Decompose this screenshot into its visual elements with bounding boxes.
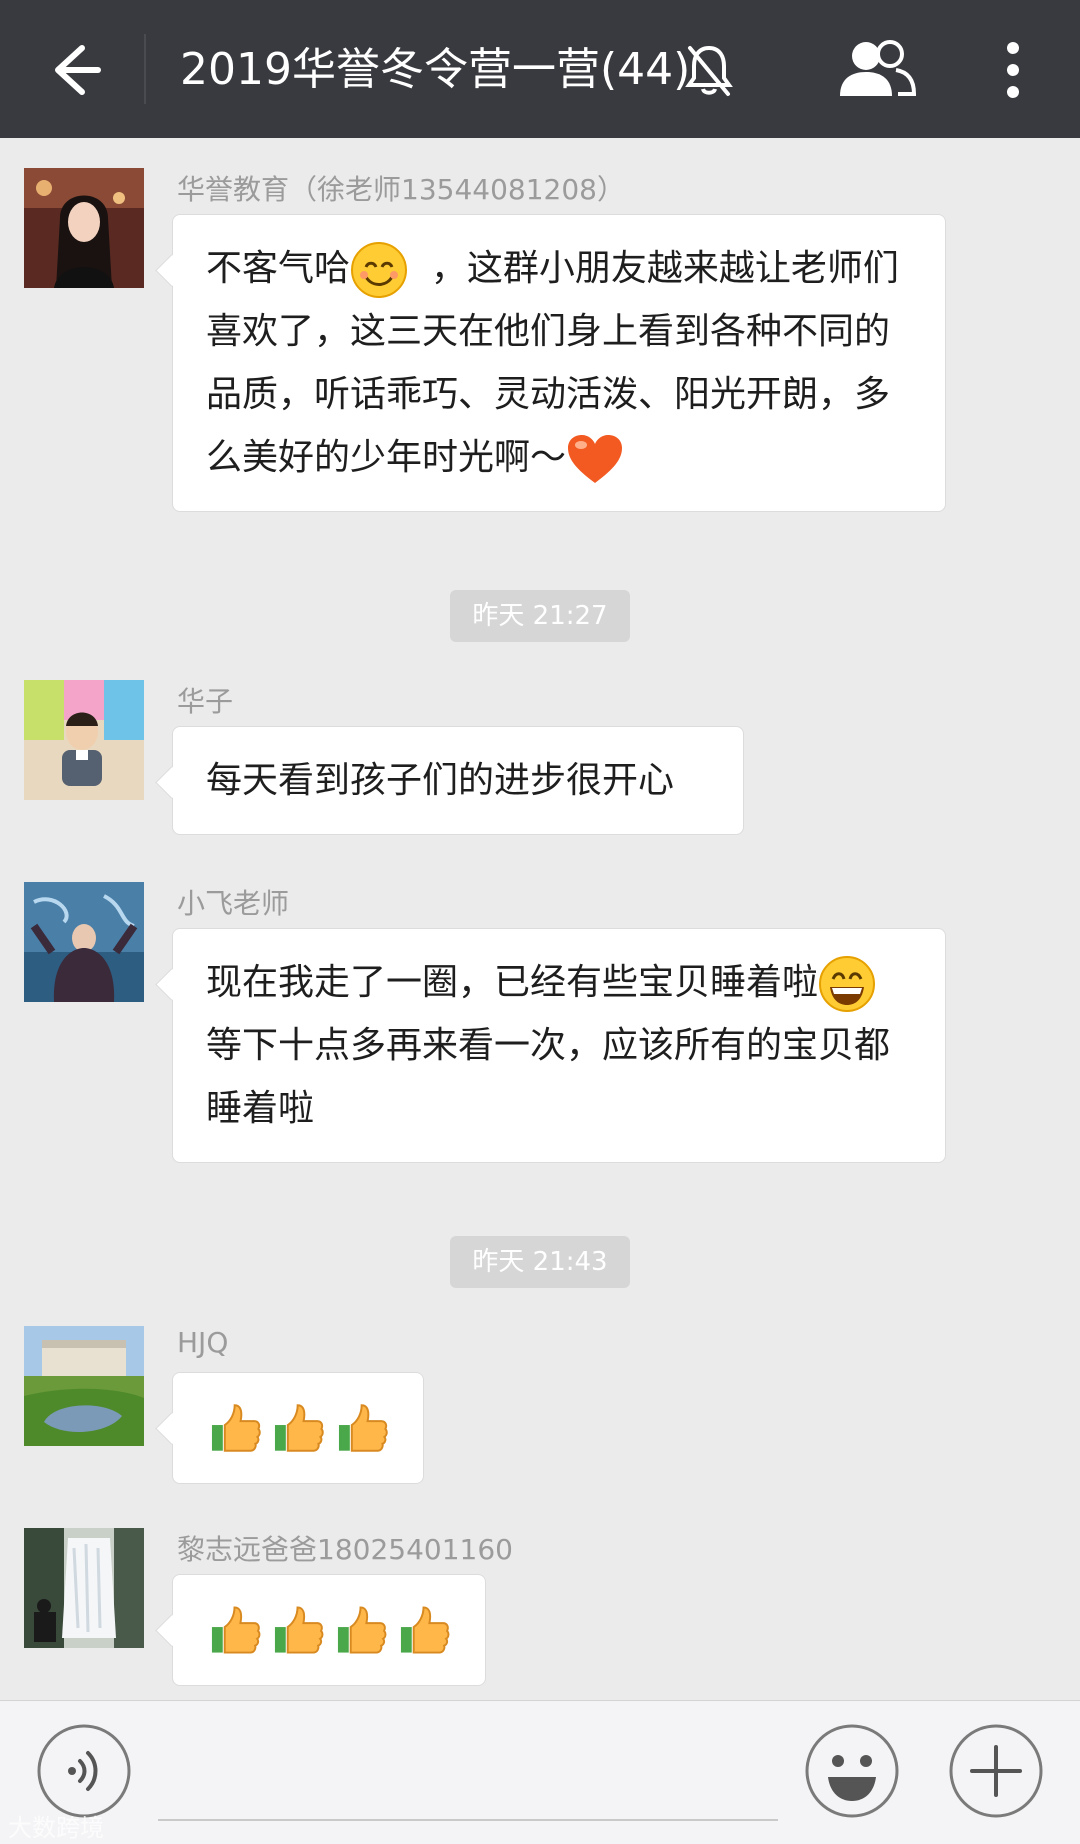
sender-name: 小飞老师 [177,887,290,920]
message-text: 不客气哈 ，这群小朋友越来越让老师们喜欢了，这三天在他们身上看到各种不同的品质，… [173,215,945,511]
grin-emoji [819,956,876,1012]
sender-name: HJQ [177,1326,229,1359]
sender-name: 华子 [177,685,234,718]
timestamp-badge: 昨天 21:43 [450,1236,630,1288]
timestamp-badge: 昨天 21:27 [450,590,630,642]
chat-message-list[interactable]: 华誉教育（徐老师13544081208） 不客气哈 ，这群小朋友越来越让老师们喜… [0,138,1080,1700]
thumbs-up-emoji [337,1606,387,1654]
message-text-part: 不客气哈 [206,248,351,289]
bell-off-icon [685,45,733,96]
thumbs-up-emoji [211,1606,261,1654]
message-bubble[interactable] [172,1574,486,1686]
sender-name: 黎志远爸爸18025401160 [177,1533,513,1566]
sender-name: 华誉教育（徐老师13544081208） [177,173,625,206]
arrow-left-icon[interactable] [36,34,108,106]
thumbs-up-emoji [274,1606,324,1654]
heart-emoji [568,435,623,483]
emoji-row [173,1373,423,1483]
message-bubble[interactable]: 不客气哈 ，这群小朋友越来越让老师们喜欢了，这三天在他们身上看到各种不同的品质，… [172,214,946,512]
watermark: 大数跨境 [8,1814,104,1842]
avatar[interactable] [24,680,144,800]
thumbs-up-emoji [400,1606,450,1654]
message-text-part: 等下十点多再来看一次，应该所有的宝贝都睡着啦 [206,1025,891,1129]
message-input[interactable] [158,1819,778,1821]
message-text-part: 现在我走了一圈，已经有些宝贝睡着啦 [206,962,819,1003]
header-divider [144,34,146,104]
chat-header: 2019华誉冬令营一营(44) [0,0,1080,138]
thumbs-up-emoji [338,1404,388,1452]
thumbs-up-emoji [275,1404,325,1452]
avatar[interactable] [24,1326,144,1446]
plus-icon[interactable] [948,1723,1044,1819]
avatar[interactable] [24,168,144,288]
message-bubble[interactable] [172,1372,424,1484]
smile-emoji [351,242,408,298]
voice-icon[interactable] [36,1723,132,1819]
avatar[interactable] [24,1528,144,1648]
group-icon[interactable] [834,36,918,102]
emoji-icon[interactable] [804,1723,900,1819]
message-text: 现在我走了一圈，已经有些宝贝睡着啦等下十点多再来看一次，应该所有的宝贝都睡着啦 [173,929,945,1162]
thumbs-up-emoji [211,1404,261,1452]
message-bubble[interactable]: 现在我走了一圈，已经有些宝贝睡着啦等下十点多再来看一次，应该所有的宝贝都睡着啦 [172,928,946,1163]
avatar[interactable] [24,882,144,1002]
input-toolbar [0,1700,1080,1844]
message-text: 每天看到孩子们的进步很开心 [206,760,675,801]
message-bubble[interactable]: 每天看到孩子们的进步很开心 [172,726,744,835]
group-title: 2019华誉冬令营一营(44) [180,44,691,95]
emoji-row [173,1575,485,1685]
more-vertical-icon[interactable] [990,40,1036,100]
